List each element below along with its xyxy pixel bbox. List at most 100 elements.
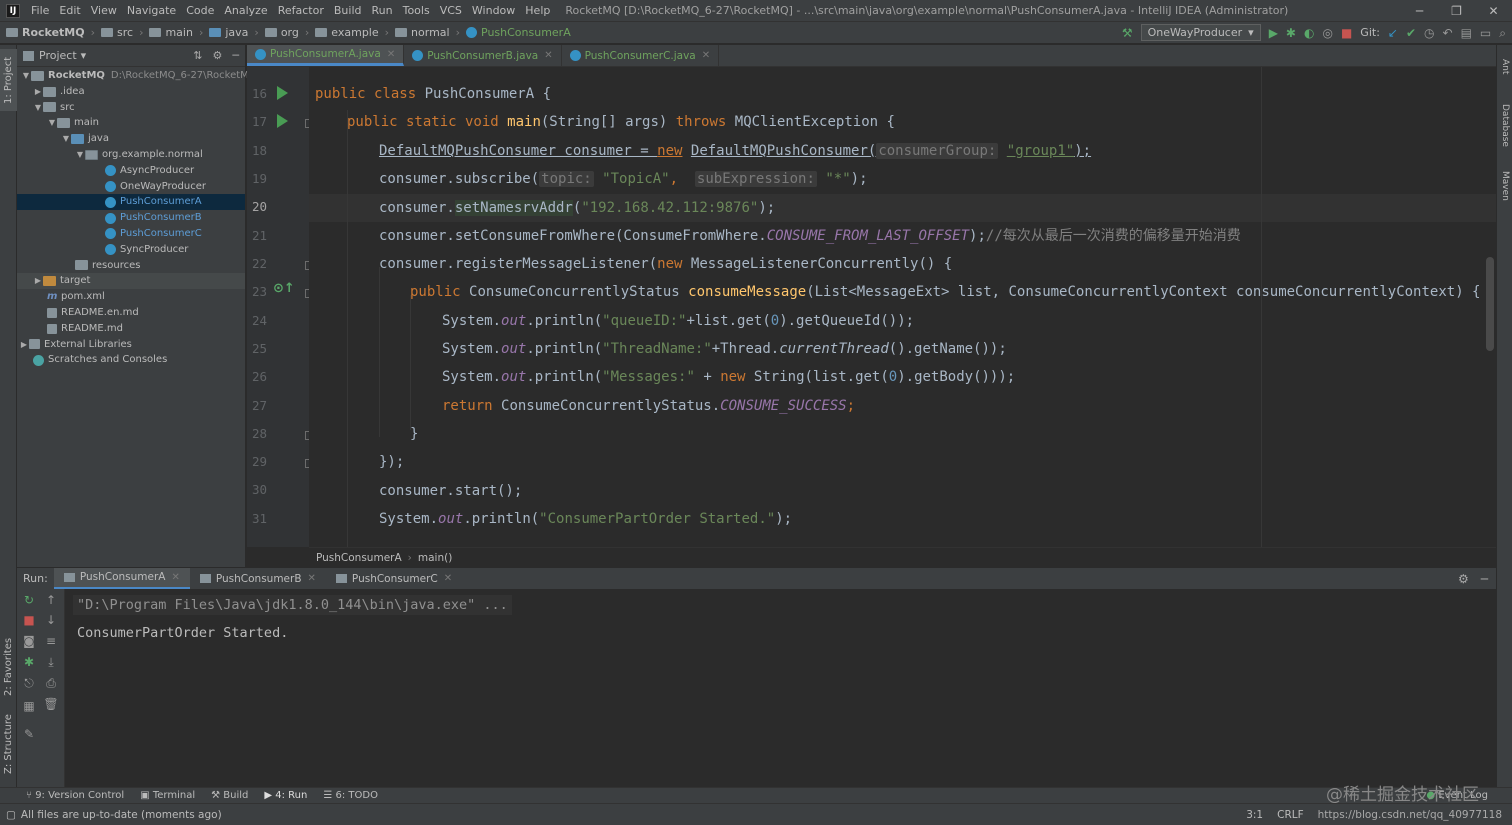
- breadcrumb-class[interactable]: PushConsumerA: [460, 26, 571, 39]
- trash-icon[interactable]: 🗑: [43, 697, 59, 711]
- tree-item-asyncproducer[interactable]: AsyncProducer: [17, 163, 245, 179]
- override-method-icon[interactable]: ⊙↑: [273, 281, 295, 296]
- favorites-tool-tab[interactable]: 2: Favorites: [0, 630, 17, 704]
- camera-icon[interactable]: ◙: [21, 634, 37, 648]
- tree-item-java[interactable]: ▼ java: [17, 131, 245, 147]
- structure-tool-tab[interactable]: Z: Structure: [0, 710, 17, 778]
- tree-item-main[interactable]: ▼ main: [17, 115, 245, 131]
- exit-icon[interactable]: ⎋: [21, 676, 37, 690]
- menu-view[interactable]: View: [86, 0, 122, 22]
- print-icon[interactable]: ⎙: [43, 676, 59, 690]
- debug-icon[interactable]: ✱: [21, 655, 37, 669]
- arrow-up-icon[interactable]: ↑: [43, 593, 59, 607]
- hammer-build-icon[interactable]: ⚒: [1122, 26, 1133, 40]
- revert-icon[interactable]: ↶: [1443, 26, 1453, 40]
- coverage-icon[interactable]: ◐: [1304, 26, 1314, 40]
- close-tab-icon[interactable]: ✕: [544, 50, 552, 61]
- breadcrumb-org[interactable]: org ›: [259, 26, 309, 39]
- vcs-commit-icon[interactable]: ✔: [1406, 26, 1416, 40]
- maven-tool-tab[interactable]: Maven: [1497, 163, 1512, 209]
- tree-item-external-libraries[interactable]: ▶ External Libraries: [17, 337, 245, 353]
- vcs-update-icon[interactable]: ↙: [1388, 26, 1398, 40]
- expand-arrow-icon[interactable]: ▼: [33, 100, 43, 116]
- collapse-arrow-icon[interactable]: ▶: [19, 337, 29, 353]
- database-tool-tab[interactable]: Database: [1497, 95, 1512, 155]
- gear-icon[interactable]: ⚙: [1458, 572, 1469, 586]
- tree-item-pom[interactable]: m pom.xml: [17, 289, 245, 305]
- expand-arrow-icon[interactable]: ▼: [47, 115, 57, 131]
- version-control-tab[interactable]: ⑂ 9: Version Control: [26, 790, 124, 801]
- tree-item-pushconsumera[interactable]: PushConsumerA: [17, 194, 245, 211]
- run-main-icon[interactable]: [277, 114, 288, 128]
- hide-icon[interactable]: ─: [1481, 572, 1488, 586]
- layout-icon[interactable]: ▭: [1480, 26, 1491, 40]
- profile-icon[interactable]: ◎: [1322, 26, 1332, 40]
- collapse-all-icon[interactable]: ⇅: [193, 49, 202, 62]
- expand-arrow-icon[interactable]: ▼: [75, 147, 85, 163]
- stop-icon[interactable]: ■: [21, 613, 37, 627]
- rerun-icon[interactable]: ↻: [21, 593, 37, 607]
- gear-icon[interactable]: ⚙: [213, 49, 223, 62]
- run-tab-pushconsumerc[interactable]: PushConsumerC ✕: [326, 568, 462, 590]
- pin-icon[interactable]: ✎: [21, 727, 37, 741]
- breadcrumb-class[interactable]: PushConsumerA: [316, 552, 402, 564]
- ant-tool-tab[interactable]: Ant: [1497, 49, 1512, 85]
- close-tab-icon[interactable]: ✕: [702, 50, 710, 61]
- tab-pushconsumerc[interactable]: PushConsumerC.java ✕: [562, 45, 720, 66]
- close-tab-icon[interactable]: ✕: [308, 573, 316, 584]
- search-icon[interactable]: ⌕: [1499, 26, 1506, 40]
- project-structure-icon[interactable]: ▤: [1461, 26, 1472, 40]
- scroll-to-end-icon[interactable]: ⤓: [43, 655, 59, 669]
- terminal-tab[interactable]: ▣ Terminal: [140, 790, 195, 801]
- layout-icon[interactable]: ▦: [21, 699, 37, 713]
- line-separator[interactable]: CRLF: [1277, 809, 1304, 821]
- build-tab[interactable]: ⚒ Build: [211, 790, 248, 801]
- breadcrumb-normal[interactable]: normal ›: [389, 26, 460, 39]
- close-icon[interactable]: ✕: [1475, 4, 1512, 18]
- project-tool-tab[interactable]: 1: Project: [0, 49, 17, 111]
- expand-arrow-icon[interactable]: ▼: [21, 68, 31, 84]
- stop-icon[interactable]: ■: [1341, 26, 1352, 40]
- menu-analyze[interactable]: Analyze: [219, 0, 272, 22]
- tree-item-package[interactable]: ▼ org.example.normal: [17, 147, 245, 163]
- breadcrumb-java[interactable]: java ›: [203, 26, 259, 39]
- tree-item-target[interactable]: ▶ target: [17, 273, 245, 290]
- menu-window[interactable]: Window: [467, 0, 520, 22]
- tab-pushconsumera[interactable]: PushConsumerA.java ✕: [247, 45, 405, 66]
- tree-item-readme[interactable]: README.md: [17, 321, 245, 337]
- expand-arrow-icon[interactable]: ▼: [61, 131, 71, 147]
- caret-position[interactable]: 3:1: [1246, 809, 1263, 821]
- tree-item-readme-en[interactable]: README.en.md: [17, 305, 245, 321]
- tree-item-pushconsumerb[interactable]: PushConsumerB: [17, 210, 245, 226]
- arrow-down-icon[interactable]: ↓: [43, 613, 59, 627]
- close-tab-icon[interactable]: ✕: [444, 573, 452, 584]
- tab-pushconsumerb[interactable]: PushConsumerB.java ✕: [404, 45, 562, 66]
- run-console[interactable]: "D:\Program Files\Java\jdk1.8.0_144\bin\…: [65, 589, 1496, 787]
- menu-build[interactable]: Build: [329, 0, 367, 22]
- project-view-select[interactable]: Project: [39, 49, 77, 62]
- menu-refactor[interactable]: Refactor: [273, 0, 329, 22]
- tree-item-resources[interactable]: resources: [17, 258, 245, 274]
- tree-item-scratches[interactable]: Scratches and Consoles: [17, 352, 245, 368]
- editor-gutter[interactable]: 16 17 18 19 20 21 22 23 24 25 26 27 28 2…: [247, 67, 314, 547]
- history-icon[interactable]: ◷: [1424, 26, 1434, 40]
- breadcrumb-method[interactable]: main(): [418, 552, 452, 564]
- menu-vcs[interactable]: VCS: [435, 0, 467, 22]
- menu-navigate[interactable]: Navigate: [122, 0, 181, 22]
- run-config-select[interactable]: OneWayProducer ▾: [1140, 24, 1261, 41]
- menu-code[interactable]: Code: [181, 0, 219, 22]
- tree-item-rocketmq[interactable]: ▼ RocketMQ D:\RocketMQ_6-27\RocketMQ: [17, 68, 257, 84]
- minimize-icon[interactable]: ─: [1401, 4, 1438, 18]
- menu-tools[interactable]: Tools: [398, 0, 435, 22]
- run-icon[interactable]: ▶: [1269, 26, 1278, 40]
- breadcrumb-project[interactable]: RocketMQ ›: [0, 26, 95, 39]
- collapse-arrow-icon[interactable]: ▶: [33, 84, 43, 100]
- editor-scrollbar[interactable]: [1486, 257, 1494, 351]
- run-class-icon[interactable]: [277, 86, 288, 100]
- tree-item-onewayproducer[interactable]: OneWayProducer: [17, 179, 245, 195]
- menu-edit[interactable]: Edit: [54, 0, 85, 22]
- breadcrumb-src[interactable]: src ›: [95, 26, 143, 39]
- soft-wrap-icon[interactable]: ≡: [43, 634, 59, 648]
- code-editor[interactable]: public class PushConsumerA { public stat…: [309, 67, 1496, 547]
- hide-icon[interactable]: ─: [232, 49, 239, 62]
